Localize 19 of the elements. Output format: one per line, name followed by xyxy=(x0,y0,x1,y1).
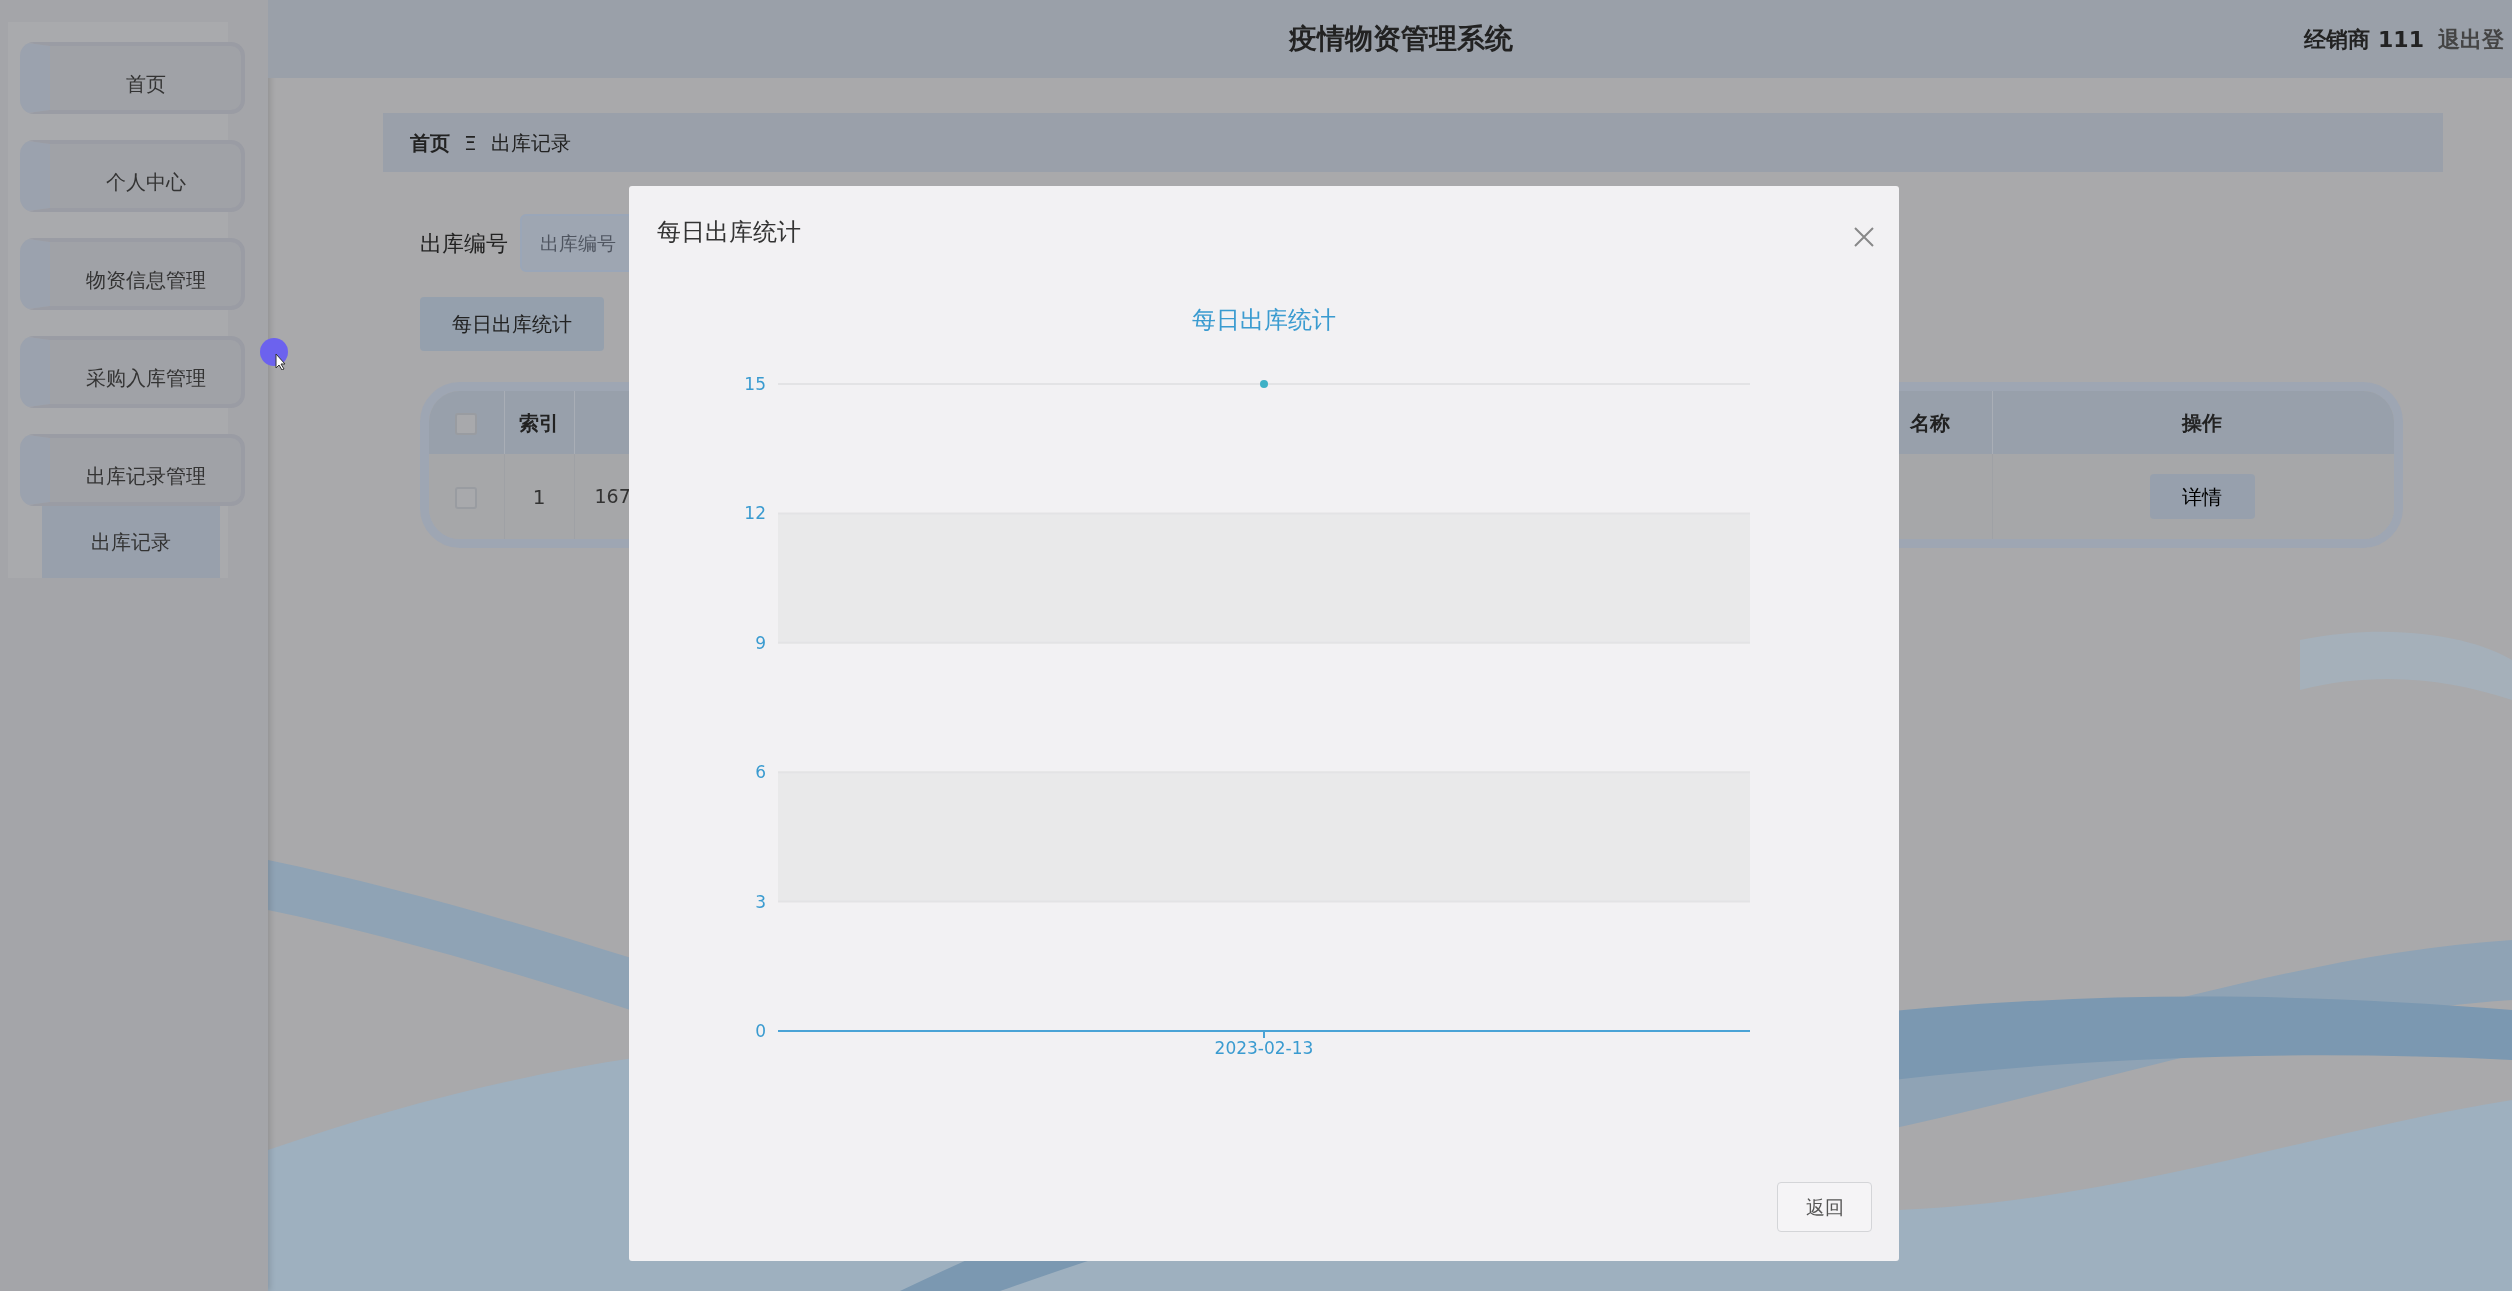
table-cell: 1 xyxy=(532,484,546,509)
y-axis-label: 0 xyxy=(755,1021,766,1041)
breadcrumb-current: 出库记录 xyxy=(490,129,571,157)
user-name: 经销商 111 xyxy=(2304,25,2424,54)
chart-title: 每日出库统计 xyxy=(1192,306,1336,334)
dialog-title: 每日出库统计 xyxy=(657,217,801,248)
column-header: 名称 xyxy=(1909,410,1950,435)
y-axis-label: 3 xyxy=(755,891,766,912)
x-axis-label: 2023-02-13 xyxy=(1214,1038,1314,1058)
app-title: 疫情物资管理系统 xyxy=(1287,21,1515,57)
y-axis-label: 15 xyxy=(744,374,766,394)
table-cell: 167 xyxy=(594,485,631,508)
y-axis-label: 12 xyxy=(744,503,766,524)
y-axis-label: 9 xyxy=(755,632,766,653)
breadcrumb-separator: Ξ xyxy=(464,129,477,157)
column-header: 操作 xyxy=(2182,410,2222,435)
column-header: 索引 xyxy=(519,410,559,435)
field-label: 出库编号 xyxy=(420,229,508,258)
y-axis-label: 6 xyxy=(755,762,766,783)
